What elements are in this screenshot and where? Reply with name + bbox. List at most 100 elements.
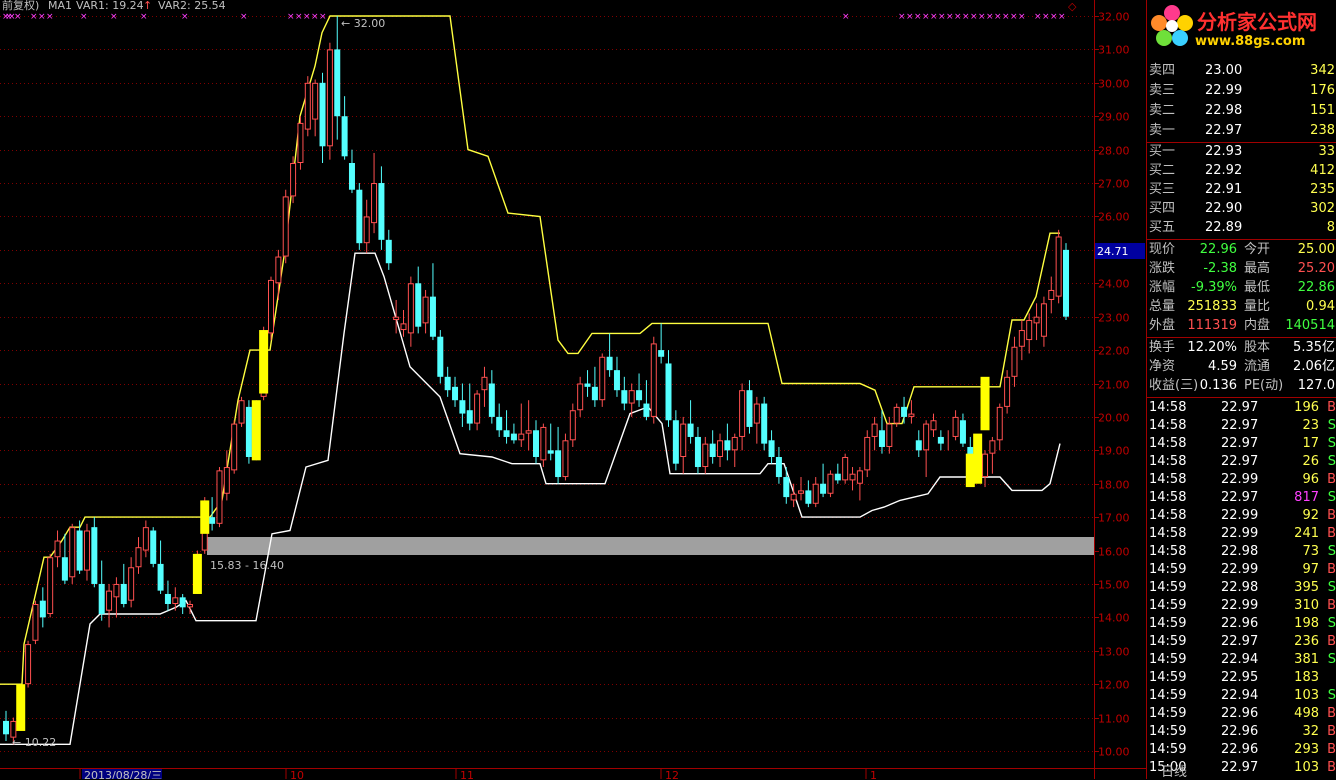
stat-label: 最低 [1244, 280, 1271, 295]
tick-time: 14:58 [1149, 454, 1187, 469]
candle-body-up [1033, 316, 1040, 324]
signal-marker: × [994, 12, 1002, 22]
candle-body-up [47, 557, 54, 615]
candle-body-up [908, 413, 915, 417]
candle-body-down [606, 356, 613, 371]
signal-marker: × [80, 12, 88, 22]
candle-body-down [621, 390, 628, 404]
candle-body-down [584, 383, 591, 387]
bid-label: 买五 [1149, 220, 1176, 235]
bid-price: 22.89 [1205, 220, 1243, 235]
tick-price: 22.98 [1221, 580, 1259, 595]
ask-row: 卖四 23.00 342 [1147, 62, 1336, 80]
stat-row: 外盘 111319 内盘 140514 [1147, 317, 1336, 335]
candle-body-up [812, 483, 819, 504]
tick-row: 14:58 22.97 196 B [1147, 399, 1336, 417]
y-tick-label: 32.00 [1098, 11, 1130, 24]
bid-volume: 8 [1326, 220, 1335, 235]
tick-volume: 97 [1302, 562, 1319, 577]
signal-marker: × [1010, 12, 1018, 22]
candle-body-up [407, 283, 414, 334]
signal-marker: × [38, 12, 46, 22]
candle-body-down [319, 82, 326, 147]
candle-body-up [650, 343, 657, 417]
candle-body-up [871, 423, 878, 437]
tick-side: B [1327, 472, 1336, 487]
signal-marker: × [906, 12, 914, 22]
x-tick-label: 11 [460, 769, 474, 779]
candle-body-up [599, 356, 606, 401]
stat-label: 涨跌 [1149, 261, 1176, 276]
tick-time: 14:59 [1149, 562, 1187, 577]
tick-side: S [1327, 616, 1336, 631]
tick-side: S [1327, 418, 1336, 433]
y-tick-label: 10.00 [1098, 746, 1130, 759]
tick-price: 22.95 [1221, 670, 1259, 685]
candle-body-down [245, 406, 252, 457]
ask-volume: 238 [1310, 123, 1335, 138]
candle-body-up [238, 400, 245, 424]
kline-chart[interactable]: 32.0031.0030.0029.0028.0027.0026.0025.00… [0, 0, 1146, 779]
tick-time: 14:58 [1149, 490, 1187, 505]
ask-row: 卖二 22.98 151 [1147, 102, 1336, 120]
tick-time: 14:58 [1149, 544, 1187, 559]
candle-body-up [562, 440, 569, 478]
candle-body-up [297, 122, 304, 163]
candle-body-down [820, 483, 827, 494]
kline-chart-panel[interactable]: 32.0031.0030.0029.0028.0027.0026.0025.00… [0, 0, 1146, 779]
candle-body-up [275, 256, 282, 284]
y-tick-label: 13.00 [1098, 646, 1130, 659]
candle-body-down [709, 443, 716, 457]
candle-body-down [3, 720, 9, 735]
tick-side: B [1327, 634, 1336, 649]
tick-volume: 293 [1294, 742, 1319, 757]
tick-row: 14:59 22.96 293 B [1147, 741, 1336, 759]
x-tick-label: 2013/08/28/三 [84, 769, 162, 779]
tick-time: 14:59 [1149, 634, 1187, 649]
tick-time: 14:58 [1149, 400, 1187, 415]
signal-marker: × [978, 12, 986, 22]
candle-body-down [878, 430, 885, 447]
ask-price: 22.99 [1205, 83, 1243, 98]
candle-body-down [488, 383, 495, 417]
window-diamond-icon[interactable]: ◇ [1068, 0, 1077, 13]
candle-body-down [643, 403, 650, 417]
candle-body-down [385, 239, 392, 264]
bid-row: 买四 22.90 302 [1147, 200, 1336, 218]
candle-body-up [540, 426, 547, 461]
stat-value: 111319 [1187, 318, 1237, 333]
candle-body-down [761, 403, 768, 444]
candle-body-up [1040, 303, 1047, 337]
candle-body-up [996, 406, 1003, 441]
candle-body-up [231, 423, 238, 471]
bid-label: 买一 [1149, 144, 1176, 159]
signal-marker: × [1018, 12, 1026, 22]
candle-body-down [775, 457, 782, 478]
candle-body-down [209, 517, 216, 524]
logo-title: 分析家公式网 [1197, 10, 1317, 34]
tick-price: 22.99 [1221, 508, 1259, 523]
ask-price: 23.00 [1205, 63, 1243, 78]
tick-row: 14:58 22.97 26 S [1147, 453, 1336, 471]
candle-body-down [658, 350, 665, 357]
signal-marker: × [30, 12, 38, 22]
signal-marker: × [1058, 12, 1066, 22]
candle-body-down [334, 49, 341, 117]
divider [1147, 239, 1336, 240]
tick-row: 14:58 22.97 817 S [1147, 489, 1336, 507]
peak-price-label: ← 32.00 [341, 17, 385, 30]
signal-marker: × [986, 12, 994, 22]
y-tick-label: 23.00 [1098, 312, 1130, 325]
ask-label: 卖二 [1149, 103, 1176, 118]
candle-body-down [341, 116, 348, 157]
candle-body-down [591, 386, 598, 401]
tick-row: 14:59 22.98 395 S [1147, 579, 1336, 597]
tick-side: B [1327, 526, 1336, 541]
candle-body-down [179, 597, 186, 608]
stat-value: -9.39% [1191, 280, 1237, 295]
x-tick-label: 1 [870, 769, 877, 779]
tick-row: 14:59 22.94 381 S [1147, 651, 1336, 669]
tick-volume: 103 [1294, 688, 1319, 703]
tick-time: 14:58 [1149, 526, 1187, 541]
period-label[interactable]: 日线 [1147, 766, 1336, 779]
